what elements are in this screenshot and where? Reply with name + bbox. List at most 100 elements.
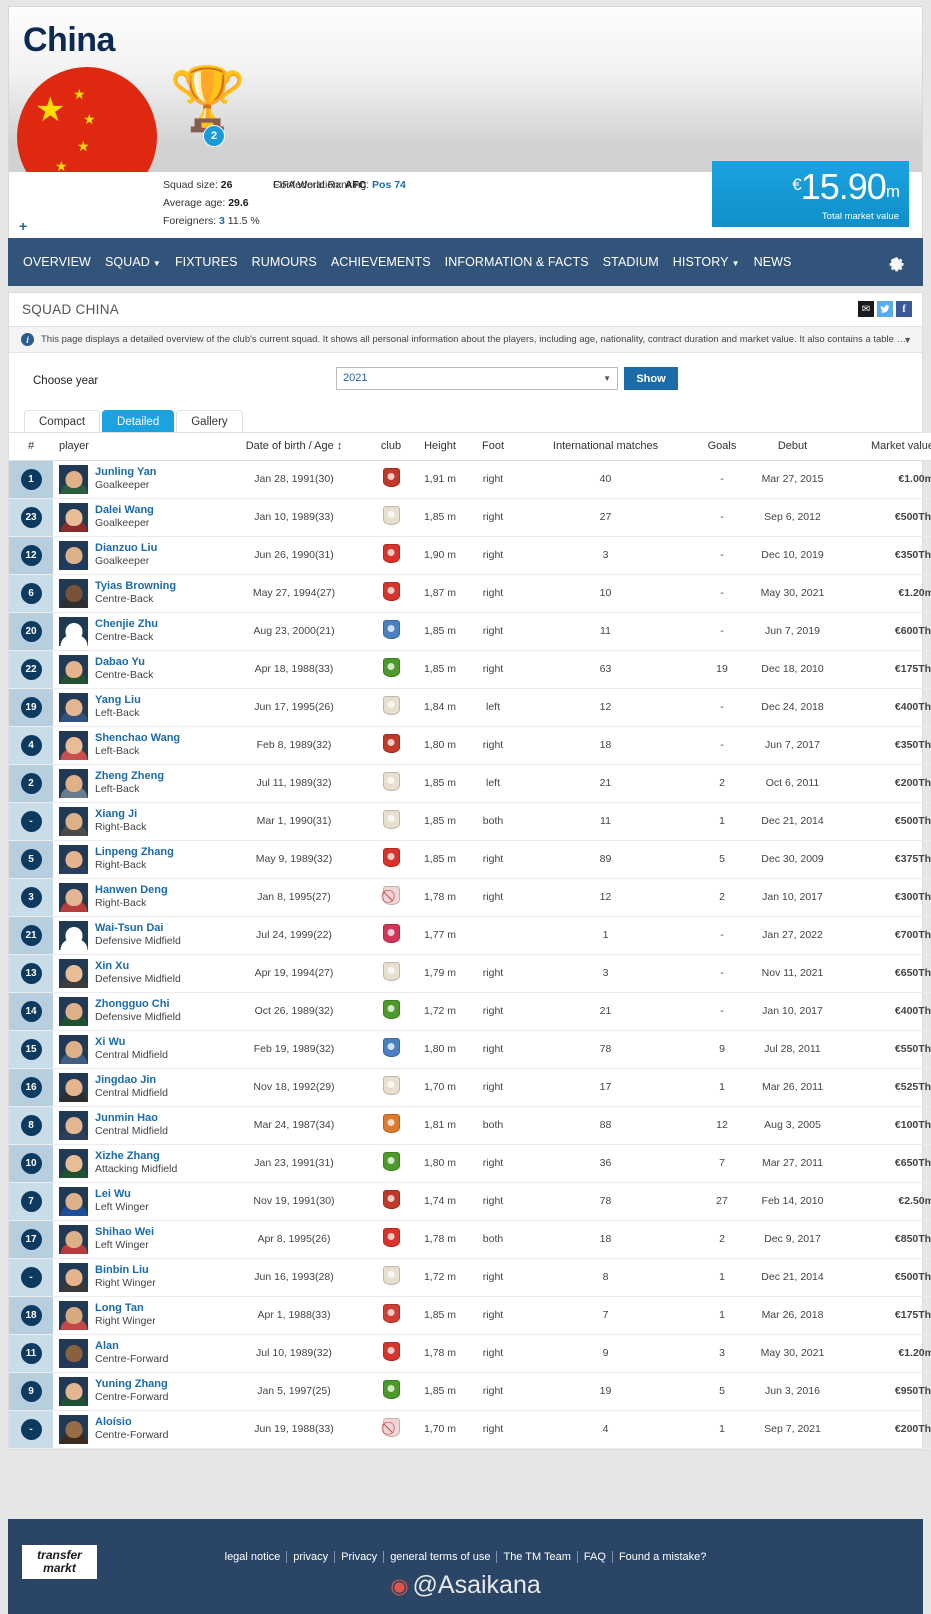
footer-link[interactable]: legal notice <box>219 1551 288 1563</box>
player-name[interactable]: Yang Liu <box>95 693 141 708</box>
table-row[interactable]: 20 Chenjie Zhu Centre-Back Aug 23, 2000(21)… <box>9 612 931 650</box>
col-goals[interactable]: Goals <box>693 433 751 461</box>
player-name[interactable]: Junling Yan <box>95 465 157 480</box>
player-name[interactable]: Xiang Ji <box>95 807 146 822</box>
nav-item-squad[interactable]: SQUAD ▼ <box>98 255 168 269</box>
player-name[interactable]: Long Tan <box>95 1301 156 1316</box>
player-name[interactable]: Xi Wu <box>95 1035 168 1050</box>
expand-plus-button[interactable]: + <box>19 218 27 234</box>
gear-icon[interactable] <box>883 250 907 279</box>
table-row[interactable]: 18 Long Tan Right Winger Apr 1, 1988(33) 1,8… <box>9 1296 931 1334</box>
nav-item-overview[interactable]: OVERVIEW <box>16 255 98 269</box>
player-name[interactable]: Xin Xu <box>95 959 181 974</box>
player-name[interactable]: Dalei Wang <box>95 503 154 518</box>
player-name[interactable]: Junmin Hao <box>95 1111 168 1126</box>
col-debut[interactable]: Debut <box>751 433 834 461</box>
table-row[interactable]: 8 Junmin Hao Central Midfield Mar 24, 1987(… <box>9 1106 931 1144</box>
player-name[interactable]: Chenjie Zhu <box>95 617 158 632</box>
player-name[interactable]: Shihao Wei <box>95 1225 154 1240</box>
table-row[interactable]: - Binbin Liu Right Winger Jun 16, 1993(28) 1… <box>9 1258 931 1296</box>
club-crest-icon[interactable] <box>382 1114 400 1133</box>
player-name[interactable]: Jingdao Jin <box>95 1073 168 1088</box>
col-height[interactable]: Height <box>412 433 468 461</box>
table-row[interactable]: 15 Xi Wu Central Midfield Feb 19, 1989(32) 1… <box>9 1030 931 1068</box>
nav-item-stadium[interactable]: STADIUM <box>596 255 666 269</box>
club-crest-icon[interactable] <box>382 1038 400 1057</box>
table-row[interactable]: 2 Zheng Zheng Left-Back Jul 11, 1989(32) 1,8… <box>9 764 931 802</box>
player-name[interactable]: Tyias Browning <box>95 579 176 594</box>
table-row[interactable]: 23 Dalei Wang Goalkeeper Jan 10, 1989(33) 1,… <box>9 498 931 536</box>
club-crest-icon[interactable] <box>382 696 400 715</box>
club-crest-icon[interactable] <box>382 848 400 867</box>
club-crest-icon[interactable] <box>382 1342 400 1361</box>
club-crest-icon[interactable] <box>382 1418 400 1437</box>
player-name[interactable]: Linpeng Zhang <box>95 845 174 860</box>
club-crest-icon[interactable] <box>382 734 400 753</box>
table-row[interactable]: 17 Shihao Wei Left Winger Apr 8, 1995(26) 1,… <box>9 1220 931 1258</box>
player-name[interactable]: Alan <box>95 1339 169 1354</box>
player-name[interactable]: Hanwen Deng <box>95 883 168 898</box>
table-row[interactable]: 4 Shenchao Wang Left-Back Feb 8, 1989(32) 1,… <box>9 726 931 764</box>
year-select[interactable]: 2021 ▼ <box>336 367 618 390</box>
club-crest-icon[interactable] <box>382 962 400 981</box>
trophy-icon[interactable]: 🏆 2 <box>169 69 246 159</box>
club-crest-icon[interactable] <box>382 506 400 525</box>
nav-item-rumours[interactable]: RUMOURS <box>245 255 324 269</box>
footer-link[interactable]: privacy <box>287 1551 336 1563</box>
col-player[interactable]: player <box>53 433 218 461</box>
player-name[interactable]: Yuning Zhang <box>95 1377 169 1392</box>
facebook-icon[interactable]: f <box>896 301 912 317</box>
club-crest-icon[interactable] <box>382 1076 400 1095</box>
footer-link[interactable]: FAQ <box>578 1551 613 1563</box>
table-row[interactable]: - Xiang Ji Right-Back Mar 1, 1990(31) 1,85 m… <box>9 802 931 840</box>
footer-link[interactable]: general terms of use <box>384 1551 498 1563</box>
player-name[interactable]: Xizhe Zhang <box>95 1149 177 1164</box>
player-name[interactable]: Binbin Liu <box>95 1263 156 1278</box>
club-crest-icon[interactable] <box>382 810 400 829</box>
footer-link[interactable]: Found a mistake? <box>613 1551 712 1563</box>
table-row[interactable]: 3 Hanwen DengRight-Back Jan 8, 1995(27) 1,7… <box>9 878 931 916</box>
table-row[interactable]: 9 Yuning Zhang Centre-Forward Jan 5, 1997(2… <box>9 1372 931 1410</box>
club-crest-icon[interactable] <box>382 582 400 601</box>
twitter-icon[interactable] <box>877 301 893 317</box>
fifa-ranking-value[interactable]: Pos 74 <box>372 179 406 191</box>
club-crest-icon[interactable] <box>382 1152 400 1171</box>
tab-detailed[interactable]: Detailed <box>102 410 175 432</box>
club-crest-icon[interactable] <box>382 1000 400 1019</box>
footer-link[interactable]: The TM Team <box>497 1551 578 1563</box>
club-crest-icon[interactable] <box>382 886 400 905</box>
nav-item-fixtures[interactable]: FIXTURES <box>168 255 245 269</box>
player-name[interactable]: Dianzuo Liu <box>95 541 157 556</box>
col-foot[interactable]: Foot <box>468 433 518 461</box>
club-crest-icon[interactable] <box>382 1228 400 1247</box>
col-club[interactable]: club <box>370 433 412 461</box>
col-market-value[interactable]: Market value <box>834 433 931 461</box>
nav-item-news[interactable]: NEWS <box>747 255 799 269</box>
chevron-down-icon[interactable]: ▼ <box>903 335 912 345</box>
player-name[interactable]: Wai-Tsun Dai <box>95 921 181 936</box>
player-name[interactable]: Aloísio <box>95 1415 169 1430</box>
club-crest-icon[interactable] <box>382 468 400 487</box>
table-row[interactable]: -AloísioCentre-ForwardJun 19, 1988(33)1,… <box>9 1410 931 1448</box>
table-row[interactable]: 19 Yang Liu Left-Back Jun 17, 1995(26) 1,84 … <box>9 688 931 726</box>
club-crest-icon[interactable] <box>382 544 400 563</box>
col-number[interactable]: # <box>9 433 53 461</box>
player-name[interactable]: Zhongguo Chi <box>95 997 181 1012</box>
player-name[interactable]: Zheng Zheng <box>95 769 164 784</box>
table-row[interactable]: 22 Dabao Yu Centre-Back Apr 18, 1988(33) 1,8… <box>9 650 931 688</box>
nav-item-information-facts[interactable]: INFORMATION & FACTS <box>438 255 596 269</box>
player-name[interactable]: Lei Wu <box>95 1187 149 1202</box>
table-row[interactable]: 21 Wai-Tsun Dai Defensive Midfield Jul 24, … <box>9 916 931 954</box>
tab-gallery[interactable]: Gallery <box>176 410 243 432</box>
club-crest-icon[interactable] <box>382 1304 400 1323</box>
table-row[interactable]: 1 Junling Yan Goalkeeper Jan 28, 1991(30) 1,… <box>9 460 931 498</box>
table-row[interactable]: 11 Alan Centre-Forward Jul 10, 1989(32) 1,78… <box>9 1334 931 1372</box>
footer-link[interactable]: Privacy <box>335 1551 385 1563</box>
show-button[interactable]: Show <box>624 367 678 390</box>
table-row[interactable]: 10 Xizhe Zhang Attacking Midfield Jan 23, 1… <box>9 1144 931 1182</box>
club-crest-icon[interactable] <box>382 620 400 639</box>
table-row[interactable]: 16 Jingdao Jin Central Midfield Nov 18, 199… <box>9 1068 931 1106</box>
mail-icon[interactable]: ✉ <box>858 301 874 317</box>
club-crest-icon[interactable] <box>382 1190 400 1209</box>
club-crest-icon[interactable] <box>382 1380 400 1399</box>
